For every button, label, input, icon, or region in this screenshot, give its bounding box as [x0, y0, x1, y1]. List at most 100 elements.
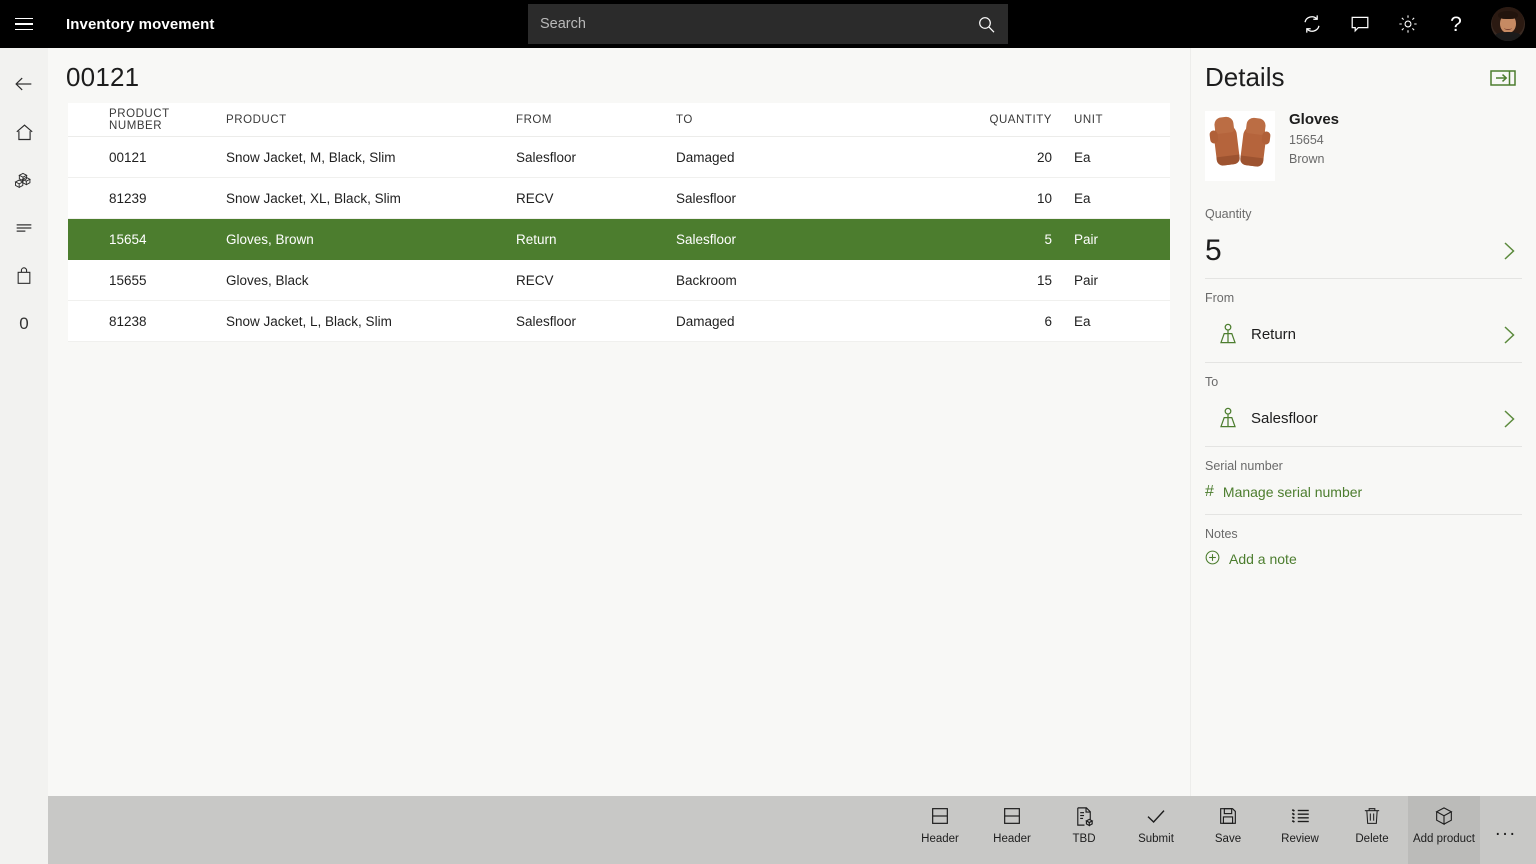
quantity-value: 5	[1205, 234, 1496, 268]
trash-icon	[1362, 803, 1382, 829]
cell-to: Salesfloor	[676, 191, 934, 206]
help-icon[interactable]: ?	[1432, 0, 1480, 48]
product-number: 15654	[1289, 131, 1339, 150]
cell-product-number: 81238	[68, 314, 226, 329]
top-bar: Inventory movement	[0, 0, 1536, 48]
main-content: 00121 PRODUCT NUMBER PRODUCT FROM TO QUA…	[48, 48, 1190, 796]
table-row-selected[interactable]: 15654 Gloves, Brown Return Salesfloor 5 …	[68, 219, 1170, 260]
product-color: Brown	[1289, 150, 1339, 169]
cell-unit: Ea	[1074, 150, 1170, 165]
from-field[interactable]: Return	[1205, 307, 1522, 363]
header-icon	[929, 803, 951, 829]
cell-unit: Ea	[1074, 191, 1170, 206]
inventory-table: PRODUCT NUMBER PRODUCT FROM TO QUANTITY …	[68, 103, 1170, 342]
delete-button[interactable]: Delete	[1336, 796, 1408, 864]
header-button-1-label: Header	[921, 833, 959, 847]
cell-from: Return	[516, 232, 676, 247]
review-button[interactable]: Review	[1264, 796, 1336, 864]
product-card: Gloves 15654 Brown	[1205, 105, 1522, 195]
save-button[interactable]: Save	[1192, 796, 1264, 864]
tbd-button[interactable]: TBD	[1048, 796, 1120, 864]
add-product-button[interactable]: Add product	[1408, 796, 1480, 864]
to-field[interactable]: Salesfloor	[1205, 391, 1522, 447]
cell-product-number: 15654	[68, 232, 226, 247]
cell-from: RECV	[516, 273, 676, 288]
cell-from: Salesfloor	[516, 150, 676, 165]
sidebar-item-home[interactable]	[0, 108, 48, 156]
page-title: 00121	[48, 48, 1190, 103]
chevron-right-icon[interactable]	[1496, 324, 1522, 346]
cell-to: Salesfloor	[676, 232, 934, 247]
cell-unit: Ea	[1074, 314, 1170, 329]
cell-to: Damaged	[676, 314, 934, 329]
cell-product-number: 15655	[68, 273, 226, 288]
avatar[interactable]	[1480, 0, 1536, 48]
column-header-unit: UNIT	[1074, 114, 1170, 126]
chat-icon[interactable]	[1336, 0, 1384, 48]
sidebar-item-bag[interactable]	[0, 252, 48, 300]
notes-label: Notes	[1205, 515, 1522, 543]
cell-product: Gloves, Black	[226, 273, 516, 288]
cell-product: Gloves, Brown	[226, 232, 516, 247]
document-box-icon	[1073, 803, 1096, 829]
submit-button[interactable]: Submit	[1120, 796, 1192, 864]
header-button-2-label: Header	[993, 833, 1031, 847]
table-row[interactable]: 00121 Snow Jacket, M, Black, Slim Salesf…	[68, 137, 1170, 178]
review-list-icon	[1289, 803, 1312, 829]
cell-quantity: 6	[934, 314, 1074, 329]
table-row[interactable]: 81238 Snow Jacket, L, Black, Slim Salesf…	[68, 301, 1170, 342]
sidebar-item-count[interactable]: 0	[0, 300, 48, 348]
header-button-2[interactable]: Header	[976, 796, 1048, 864]
location-icon	[1205, 406, 1251, 432]
header-button-1[interactable]: Header	[904, 796, 976, 864]
gear-icon[interactable]	[1384, 0, 1432, 48]
bottom-toolbar: Header Header TBD	[48, 796, 1536, 864]
count-badge: 0	[19, 314, 28, 334]
cell-product: Snow Jacket, L, Black, Slim	[226, 314, 516, 329]
table-row[interactable]: 15655 Gloves, Black RECV Backroom 15 Pai…	[68, 260, 1170, 301]
cell-product-number: 81239	[68, 191, 226, 206]
manage-serial-number-link[interactable]: # Manage serial number	[1205, 475, 1522, 515]
add-note-link[interactable]: Add a note	[1205, 543, 1522, 575]
save-button-label: Save	[1215, 833, 1241, 847]
table-row[interactable]: 81239 Snow Jacket, XL, Black, Slim RECV …	[68, 178, 1170, 219]
search-bar[interactable]	[528, 4, 1008, 44]
cell-quantity: 10	[934, 191, 1074, 206]
details-title: Details	[1205, 62, 1284, 93]
product-info: Gloves 15654 Brown	[1289, 111, 1339, 181]
search-icon[interactable]	[964, 4, 1008, 44]
from-value: Return	[1251, 326, 1496, 343]
delete-button-label: Delete	[1355, 833, 1388, 847]
column-header-from: FROM	[516, 114, 676, 126]
plus-circle-icon	[1205, 550, 1220, 568]
table-header-row: PRODUCT NUMBER PRODUCT FROM TO QUANTITY …	[68, 103, 1170, 137]
add-note-label: Add a note	[1229, 551, 1297, 567]
submit-button-label: Submit	[1138, 833, 1174, 847]
box-icon	[1433, 803, 1455, 829]
chevron-right-icon[interactable]	[1496, 408, 1522, 430]
app-title: Inventory movement	[66, 16, 215, 33]
details-header: Details	[1191, 48, 1536, 105]
hamburger-icon[interactable]	[0, 0, 48, 48]
more-icon[interactable]: ...	[1480, 796, 1532, 864]
details-body: Gloves 15654 Brown Quantity 5 From	[1191, 105, 1536, 575]
add-product-button-label: Add product	[1413, 833, 1475, 847]
sidebar-item-list[interactable]	[0, 204, 48, 252]
cell-quantity: 20	[934, 150, 1074, 165]
sidebar-item-products[interactable]	[0, 156, 48, 204]
cell-unit: Pair	[1074, 232, 1170, 247]
cell-to: Damaged	[676, 150, 934, 165]
quantity-label: Quantity	[1205, 195, 1522, 223]
chevron-right-icon[interactable]	[1496, 240, 1522, 262]
header-icon	[1001, 803, 1023, 829]
expand-panel-icon[interactable]	[1490, 69, 1516, 87]
quantity-field[interactable]: 5	[1205, 223, 1522, 279]
cell-to: Backroom	[676, 273, 934, 288]
save-icon	[1217, 803, 1239, 829]
search-input[interactable]	[528, 4, 964, 44]
sidebar-item-back[interactable]	[0, 60, 48, 108]
refresh-icon[interactable]	[1288, 0, 1336, 48]
column-header-quantity: QUANTITY	[934, 114, 1074, 126]
cell-quantity: 15	[934, 273, 1074, 288]
from-label: From	[1205, 279, 1522, 307]
